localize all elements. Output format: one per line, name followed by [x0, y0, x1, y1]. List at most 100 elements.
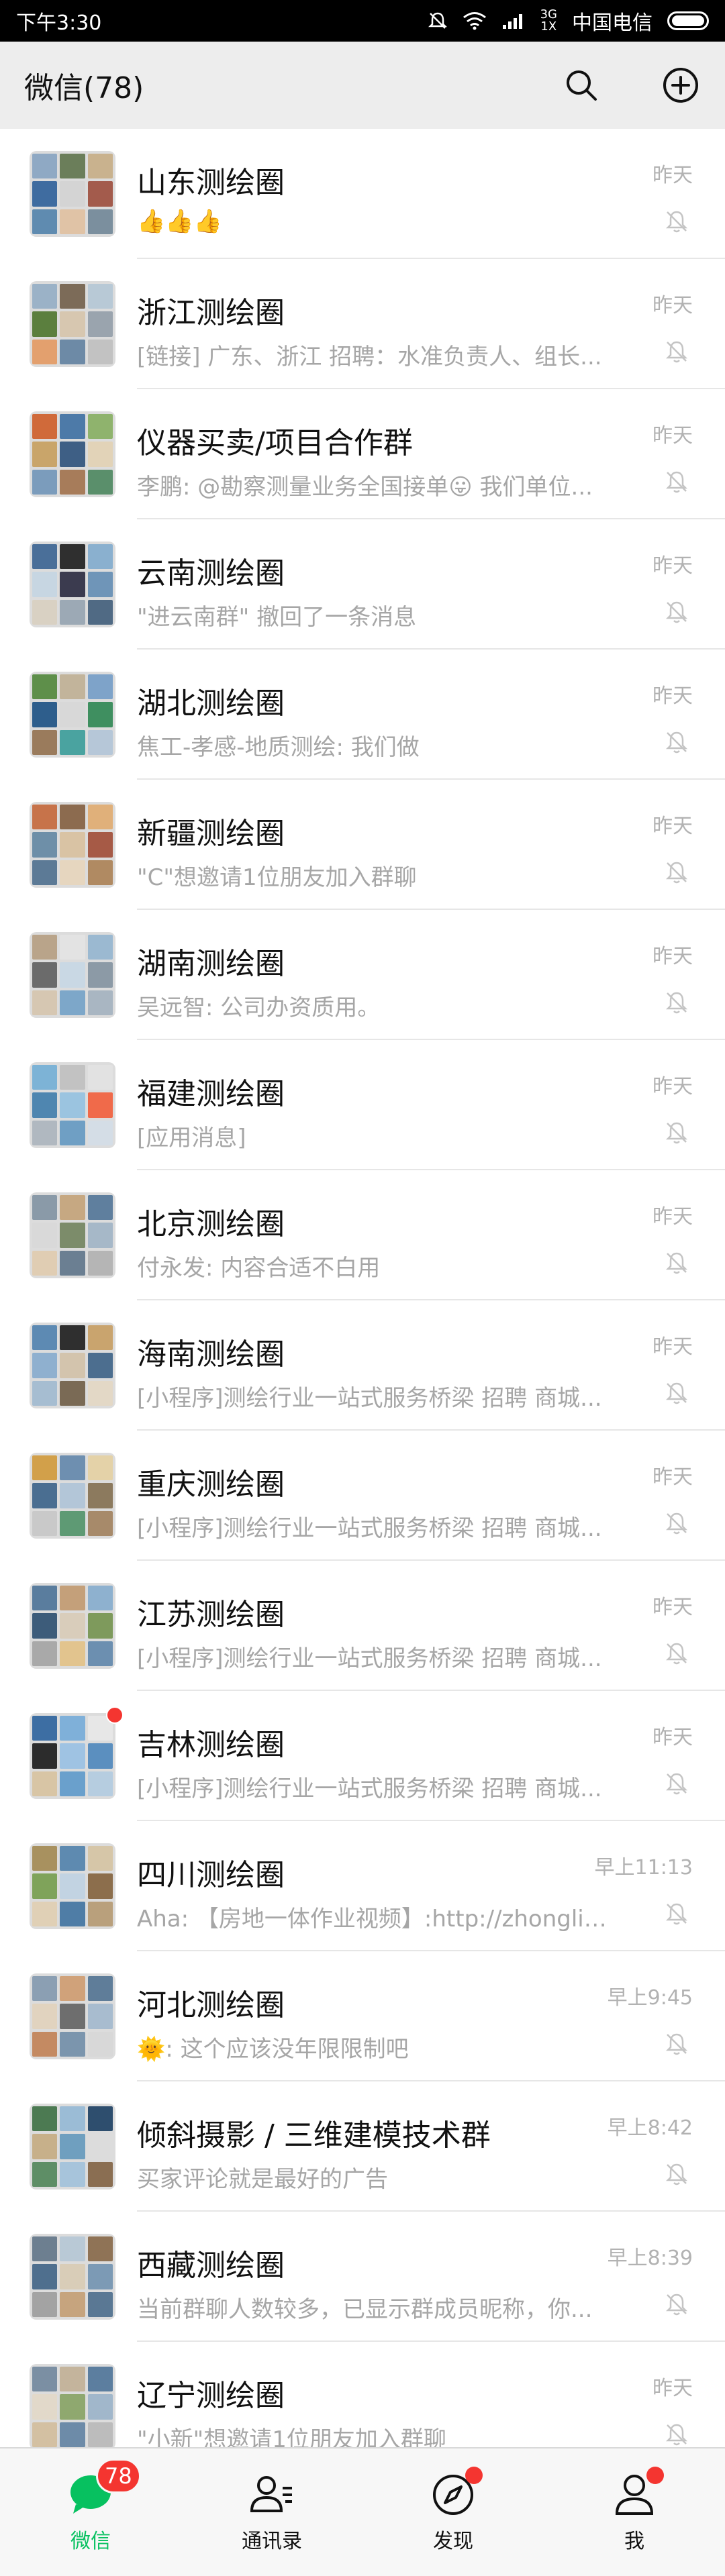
chat-preview: 🌞: 这个应该没年限限制吧 [137, 2036, 409, 2063]
chat-list-item[interactable]: 新疆测绘圈 昨天 "C"想邀请1位朋友加入群聊 [0, 780, 725, 910]
avatar-tile [87, 674, 113, 700]
avatar-tile [87, 2004, 113, 2029]
signal-icon [502, 14, 522, 29]
avatar-tile [60, 284, 85, 309]
chat-preview: "C"想邀请1位朋友加入群聊 [137, 864, 417, 891]
avatar-tile [32, 2264, 58, 2289]
avatar-tile [32, 674, 58, 700]
group-avatar [30, 1192, 115, 1278]
group-avatar [30, 672, 115, 758]
avatar-tile [60, 1586, 85, 1611]
chat-list-item[interactable]: 北京测绘圈 昨天 付永发: 内容合适不白用 [0, 1170, 725, 1300]
tab-label: 微信 [70, 2530, 111, 2553]
chat-list-item[interactable]: 浙江测绘圈 昨天 [链接] 广东、浙江 招聘：水准负责人、组长... [0, 259, 725, 389]
chat-time: 昨天 [652, 1726, 693, 1749]
search-button[interactable] [561, 65, 601, 105]
battery-icon [667, 11, 709, 30]
avatar-tile [60, 1483, 85, 1508]
avatar-tile [60, 181, 85, 207]
plus-circle-icon [663, 68, 698, 103]
chat-body: 西藏测绘圈 早上8:39 当前群聊人数较多，已显示群成员昵称，你... [137, 2212, 695, 2342]
chat-name: 湖南测绘圈 [137, 947, 285, 981]
tab-bar: 78 微信 通讯录 发现 我 [0, 2447, 725, 2576]
chat-list-item[interactable]: 倾斜摄影 / 三维建模技术群 早上8:42 买家评论就是最好的广告 [0, 2081, 725, 2212]
chat-list-item[interactable]: 山东测绘圈 昨天 👍👍👍 [0, 129, 725, 259]
chat-list-item[interactable]: 重庆测绘圈 昨天 [小程序]测绘行业一站式服务桥梁 招聘 商城... [0, 1431, 725, 1561]
chat-list-item[interactable]: 江苏测绘圈 昨天 [小程序]测绘行业一站式服务桥梁 招聘 商城... [0, 1561, 725, 1691]
avatar-tile [60, 1353, 85, 1378]
avatar-tile [87, 1065, 113, 1090]
avatar-tile [87, 729, 113, 755]
avatar-tile [60, 1325, 85, 1351]
unread-dot [106, 1706, 124, 1724]
avatar-tile [32, 339, 58, 364]
avatar-tile [60, 599, 85, 625]
avatar-tile [87, 572, 113, 597]
chat-body: 海南测绘圈 昨天 [小程序]测绘行业一站式服务桥梁 招聘 商城... [137, 1300, 695, 1431]
chat-list-item[interactable]: 海南测绘圈 昨天 [小程序]测绘行业一站式服务桥梁 招聘 商城... [0, 1300, 725, 1431]
avatar-tile [87, 311, 113, 337]
chat-time: 昨天 [652, 1596, 693, 1619]
muted-bell-icon [663, 1640, 690, 1667]
chat-time: 昨天 [652, 424, 693, 448]
chat-list-item[interactable]: 四川测绘圈 早上11:13 Aha: 【房地一体作业视频】:http://zhong… [0, 1821, 725, 1951]
muted-bell-icon [663, 2291, 690, 2318]
chat-preview: 焦工-孝感-地质测绘: 我们做 [137, 734, 420, 761]
group-avatar [30, 1583, 115, 1669]
chat-list-item[interactable]: 湖南测绘圈 昨天 吴远智: 公司办资质用。 [0, 910, 725, 1040]
chat-list-item[interactable]: 云南测绘圈 昨天 "进云南群" 撤回了一条消息 [0, 519, 725, 650]
avatar-tile [60, 1195, 85, 1221]
chat-time: 昨天 [652, 1335, 693, 1359]
chat-list-item[interactable]: 湖北测绘圈 昨天 焦工-孝感-地质测绘: 我们做 [0, 650, 725, 780]
avatar-tile [32, 860, 58, 885]
avatar-tile [60, 962, 85, 988]
avatar-tile [87, 1250, 113, 1276]
tab-chats[interactable]: 78 微信 [0, 2449, 181, 2576]
chat-name: 四川测绘圈 [137, 1858, 285, 1892]
app-header: 微信(78) [0, 42, 725, 129]
tab-contacts[interactable]: 通讯录 [181, 2449, 362, 2576]
avatar-tile [60, 2031, 85, 2057]
muted-bell-icon [663, 1770, 690, 1797]
avatar-tile [32, 572, 58, 597]
chat-time: 昨天 [652, 945, 693, 968]
chat-list-item[interactable]: 西藏测绘圈 早上8:39 当前群聊人数较多，已显示群成员昵称，你... [0, 2212, 725, 2342]
chat-list-item[interactable]: 吉林测绘圈 昨天 [小程序]测绘行业一站式服务桥梁 招聘 商城... [0, 1691, 725, 1821]
chat-time: 昨天 [652, 554, 693, 578]
avatar-tile [87, 2236, 113, 2262]
chat-body: 江苏测绘圈 昨天 [小程序]测绘行业一站式服务桥梁 招聘 商城... [137, 1561, 695, 1691]
avatar-tile [32, 1613, 58, 1639]
avatar-tile [32, 2367, 58, 2392]
chat-name: 海南测绘圈 [137, 1337, 285, 1372]
tab-discover[interactable]: 发现 [362, 2449, 544, 2576]
avatar-tile [32, 1195, 58, 1221]
avatar-tile [32, 209, 58, 234]
muted-bell-icon [663, 599, 690, 625]
muted-bell-icon [663, 1510, 690, 1537]
muted-bell-icon [663, 2161, 690, 2187]
avatar-tile [60, 2291, 85, 2317]
avatar-tile [87, 1353, 113, 1378]
chat-list-item[interactable]: 福建测绘圈 昨天 [应用消息] [0, 1040, 725, 1170]
muted-bell-icon [663, 338, 690, 365]
avatar-tile [60, 1092, 85, 1118]
avatar-tile [32, 1743, 58, 1769]
avatar-tile [32, 414, 58, 440]
avatar-tile [87, 154, 113, 179]
tab-me[interactable]: 我 [544, 2449, 725, 2576]
avatar-tile [60, 2004, 85, 2029]
group-avatar [30, 542, 115, 627]
avatar-tile [60, 1250, 85, 1276]
chat-list-item[interactable]: 仪器买卖/项目合作群 昨天 李鹏: @勘察测量业务全国接单😛 我们单位... [0, 389, 725, 519]
avatar-tile [87, 544, 113, 570]
avatar-tile [87, 1380, 113, 1406]
avatar-tile [87, 990, 113, 1015]
chat-list-item[interactable]: 辽宁测绘圈 昨天 "小新"想邀请1位朋友加入群聊 [0, 2342, 725, 2447]
avatar-tile [87, 599, 113, 625]
add-button[interactable] [661, 65, 701, 105]
avatar-tile [60, 1743, 85, 1769]
chat-name: 山东测绘圈 [137, 166, 285, 200]
avatar-tile [87, 1771, 113, 1796]
status-bar: 下午3:30 3G 1X 中国电信 [0, 0, 725, 42]
chat-list-item[interactable]: 河北测绘圈 早上9:45 🌞: 这个应该没年限限制吧 [0, 1951, 725, 2081]
